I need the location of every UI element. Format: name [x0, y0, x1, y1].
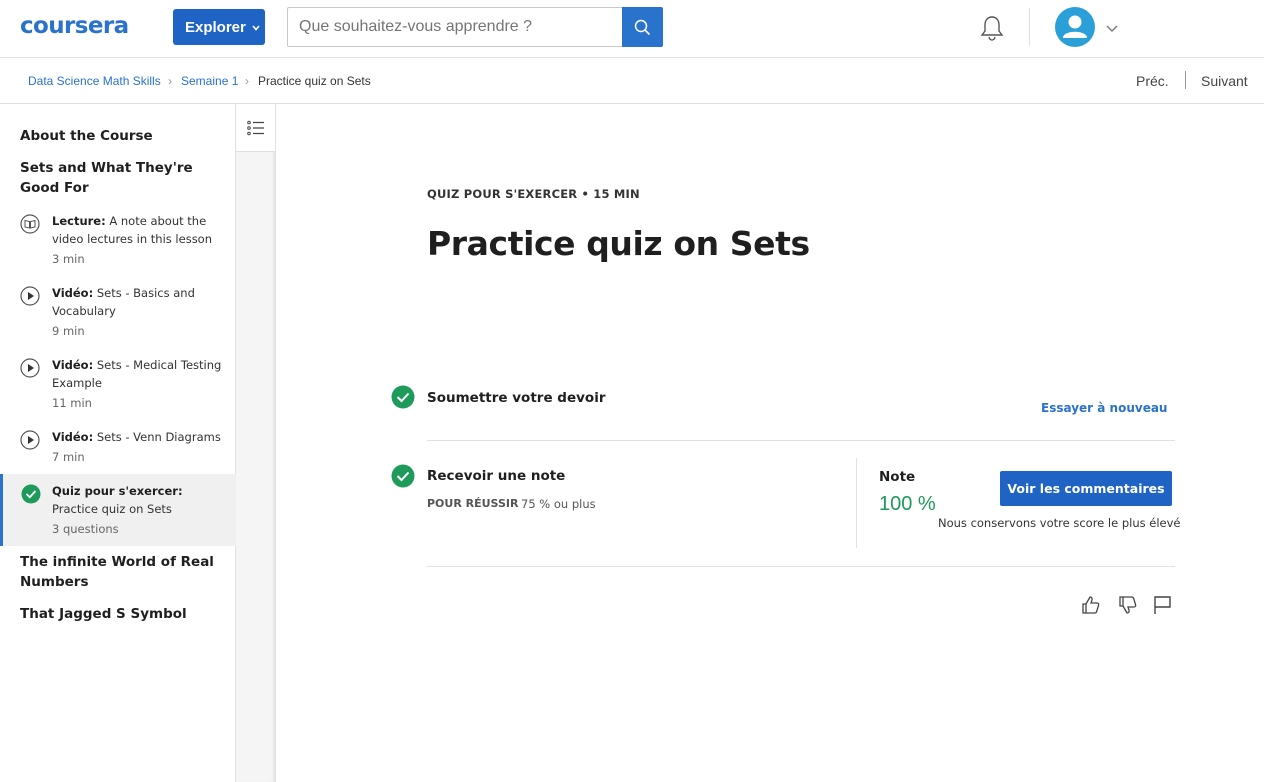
grade-check-icon	[391, 464, 415, 488]
prev-next-divider	[1185, 71, 1186, 89]
section-real-numbers[interactable]: The infinite World of Real Numbers	[20, 552, 220, 592]
check-circle-icon	[21, 484, 41, 504]
flag-icon[interactable]	[1152, 594, 1174, 616]
breadcrumb: Data Science Math Skills › Semaine 1 › P…	[0, 58, 1264, 104]
play-icon	[20, 430, 40, 450]
toggle-outline-button[interactable]	[236, 104, 275, 152]
section-sets[interactable]: Sets and What They're Good For	[20, 158, 220, 198]
thumbs-down-icon[interactable]	[1117, 594, 1139, 616]
account-chevron-down-icon[interactable]	[1106, 20, 1118, 38]
outline-item-video-medical[interactable]: Vidéo: Sets - Medical Testing Example 11…	[0, 356, 236, 412]
breadcrumb-chevron-icon: ›	[168, 74, 172, 88]
item-type: Vidéo:	[52, 430, 94, 444]
pass-value: 75 % ou plus	[521, 497, 596, 511]
header-divider	[1029, 8, 1030, 46]
note-label: Note	[879, 469, 916, 485]
top-header: coursera Explorer	[0, 0, 1264, 58]
item-meta: 7 min	[52, 450, 85, 464]
thumbs-up-icon[interactable]	[1080, 594, 1102, 616]
submit-step-title: Soumettre votre devoir	[427, 390, 606, 406]
notifications-bell-icon[interactable]	[979, 14, 1005, 47]
pass-label: POUR RÉUSSIR	[427, 497, 519, 510]
note-value: 100 %	[879, 493, 936, 515]
item-title: Sets - Venn Diagrams	[96, 430, 221, 444]
explore-label: Explorer	[185, 18, 246, 36]
breadcrumb-course[interactable]: Data Science Math Skills	[28, 74, 161, 88]
user-icon	[1063, 15, 1087, 38]
breadcrumb-chevron-icon: ›	[245, 74, 249, 88]
item-type: Vidéo:	[52, 286, 94, 300]
breadcrumb-week[interactable]: Semaine 1	[181, 74, 238, 88]
play-icon	[20, 286, 40, 306]
coursera-logo[interactable]: coursera	[20, 13, 129, 39]
section-about[interactable]: About the Course	[20, 126, 220, 146]
explore-button[interactable]: Explorer	[173, 9, 265, 45]
outline-item-lecture[interactable]: Lecture: A note about the video lectures…	[0, 212, 236, 268]
next-link[interactable]: Suivant	[1201, 73, 1248, 89]
highest-score-note: Nous conservons votre score le plus élev…	[938, 516, 1181, 530]
item-meta: 3 min	[52, 252, 85, 266]
item-type: Lecture:	[52, 214, 106, 228]
sidebar-rail	[236, 104, 276, 782]
play-icon	[20, 358, 40, 378]
page-title: Practice quiz on Sets	[427, 224, 810, 263]
previous-link[interactable]: Préc.	[1136, 73, 1169, 89]
retry-link[interactable]: Essayer à nouveau	[1041, 401, 1167, 415]
user-avatar[interactable]	[1055, 7, 1095, 47]
item-type: Vidéo:	[52, 358, 94, 372]
search-button[interactable]	[622, 7, 663, 47]
item-title: Practice quiz on Sets	[52, 502, 172, 516]
outline-item-video-basics[interactable]: Vidéo: Sets - Basics and Vocabulary 9 mi…	[0, 284, 236, 340]
divider	[427, 440, 1175, 441]
outline-item-video-venn[interactable]: Vidéo: Sets - Venn Diagrams 7 min	[0, 428, 236, 468]
course-outline-sidebar: About the Course Sets and What They're G…	[0, 104, 236, 782]
chevron-down-icon	[252, 23, 260, 33]
item-meta: 3 questions	[52, 522, 119, 536]
divider	[427, 566, 1175, 567]
quiz-kicker: QUIZ POUR S'EXERCER • 15 MIN	[427, 187, 640, 201]
grade-divider	[856, 458, 857, 548]
section-jagged-s[interactable]: That Jagged S Symbol	[20, 604, 220, 624]
item-meta: 9 min	[52, 324, 85, 338]
outline-item-quiz-active[interactable]: Quiz pour s'exercer: Practice quiz on Se…	[0, 474, 236, 546]
list-icon	[246, 120, 264, 135]
grade-step-title: Recevoir une note	[427, 468, 566, 484]
breadcrumb-current: Practice quiz on Sets	[258, 74, 371, 88]
item-meta: 11 min	[52, 396, 92, 410]
item-type: Quiz pour s'exercer:	[52, 484, 183, 498]
search-icon	[634, 19, 651, 35]
book-icon	[20, 214, 40, 234]
search-input[interactable]	[287, 7, 623, 47]
submit-check-icon	[391, 385, 415, 409]
view-feedback-button[interactable]: Voir les commentaires	[1000, 471, 1172, 506]
